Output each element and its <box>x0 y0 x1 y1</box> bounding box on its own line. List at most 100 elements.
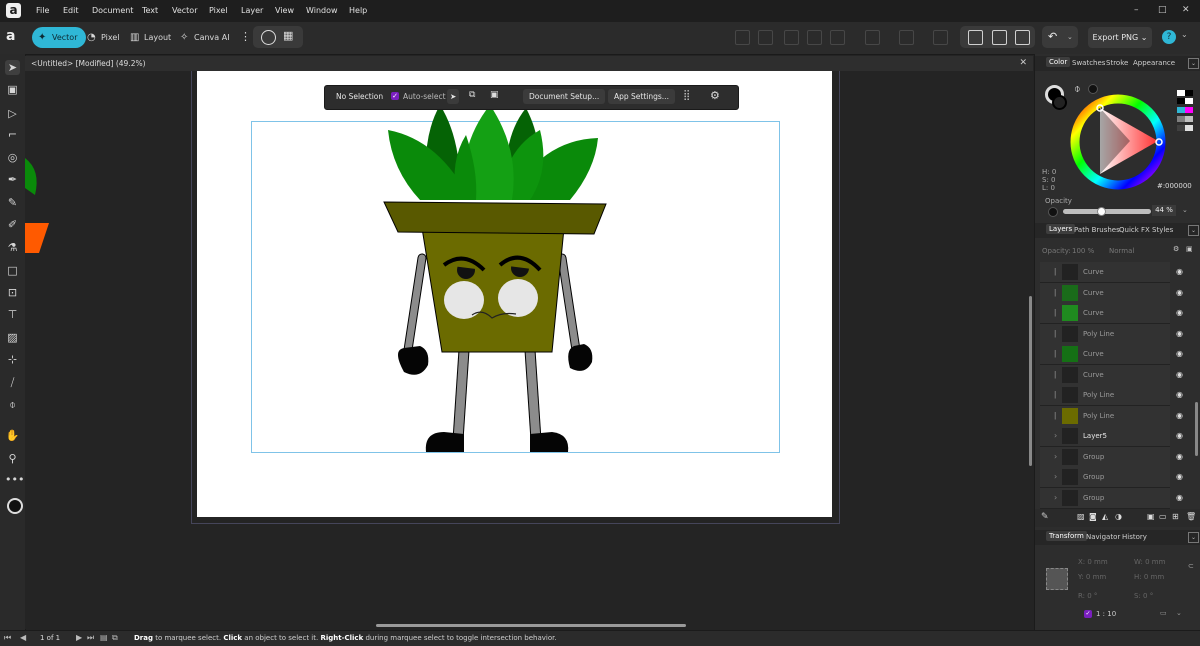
more-tools-icon[interactable]: ••• <box>5 472 24 487</box>
next-page-icon[interactable]: ▶ <box>76 633 82 642</box>
layer-row[interactable]: › Group <box>1040 447 1170 468</box>
rectangle-tool-icon[interactable]: □ <box>5 263 20 278</box>
layer-row[interactable]: ǀ Curve <box>1040 283 1170 304</box>
swatch[interactable] <box>1177 125 1185 131</box>
expand-chevron-icon[interactable]: › <box>1054 452 1057 461</box>
swatch[interactable] <box>1185 90 1193 96</box>
visibility-eye-icon[interactable]: ◉ <box>1176 349 1186 359</box>
add-layer-icon[interactable]: ▣ <box>1147 512 1155 521</box>
distribute-icon[interactable] <box>933 30 948 45</box>
add-group-icon[interactable]: ▭ <box>1159 512 1167 521</box>
panel-collapse-icon[interactable]: ⌄ <box>1188 58 1199 69</box>
pin-icon[interactable] <box>992 30 1007 45</box>
zoom-tool-icon[interactable]: ⚲ <box>5 451 20 466</box>
page-icon[interactable]: ▤ <box>100 633 108 642</box>
swatch[interactable] <box>1177 116 1185 122</box>
edit-layer-icon[interactable]: ✎ <box>1041 512 1049 522</box>
crop-tool-icon[interactable]: ⊹ <box>5 352 20 367</box>
opacity-slider-handle[interactable] <box>1097 207 1106 216</box>
chevron-down-icon[interactable]: ⌄ <box>1067 33 1073 41</box>
visibility-eye-icon[interactable]: ◉ <box>1176 472 1186 482</box>
link-icon[interactable]: ⊂ <box>1188 562 1194 570</box>
color-wheel[interactable] <box>1070 94 1166 190</box>
persona-vector-button[interactable]: ✦ Vector <box>32 27 86 48</box>
expand-chevron-icon[interactable]: › <box>1054 493 1057 502</box>
move-tool-icon[interactable]: ➤ <box>5 60 20 75</box>
add-pixel-layer-icon[interactable]: ⊞ <box>1172 512 1179 521</box>
blend-mode-select[interactable]: Normal <box>1109 247 1134 255</box>
opacity-value[interactable]: 44 % <box>1152 205 1176 216</box>
export-button[interactable]: Export PNG ⌄ <box>1088 27 1152 48</box>
transform-origin-icon[interactable] <box>968 30 983 45</box>
boolean-icon[interactable] <box>830 30 845 45</box>
layer-row[interactable]: › Group <box>1040 488 1170 509</box>
menu-help[interactable]: Help <box>349 6 367 15</box>
canvas-vertical-scrollbar[interactable] <box>1029 296 1032 466</box>
x-field[interactable]: X: 0 mm <box>1078 558 1108 566</box>
select-under-icon[interactable]: ⧉ <box>469 90 475 100</box>
close-window-button[interactable]: ✕ <box>1182 5 1190 15</box>
tab-navigator[interactable]: Navigator <box>1086 533 1120 541</box>
tab-history[interactable]: History <box>1122 533 1147 541</box>
hand-tool-icon[interactable]: ✋ <box>5 428 20 443</box>
grid-icon[interactable]: ▦ <box>283 30 295 42</box>
transparency-tool-icon[interactable]: ⧸ <box>5 375 20 390</box>
prev-page-icon[interactable]: ◀ <box>20 633 26 642</box>
artboard-tool-icon[interactable]: ▣ <box>5 82 20 97</box>
auto-select-checkbox[interactable]: ✓ <box>391 92 399 100</box>
tab-path-brushes[interactable]: Path Brushes <box>1074 226 1120 234</box>
tab-stroke[interactable]: Stroke <box>1106 59 1128 67</box>
layer-row[interactable]: ǀ Curve <box>1040 303 1170 324</box>
menu-window[interactable]: Window <box>306 6 338 15</box>
document-tab[interactable]: <Untitled> [Modified] (49.2%) ✕ <box>25 56 1033 71</box>
flip-icon[interactable] <box>899 30 914 45</box>
close-document-icon[interactable]: ✕ <box>1019 58 1027 68</box>
tab-layers[interactable]: Layers <box>1046 224 1076 234</box>
swatch[interactable] <box>1177 98 1185 104</box>
chevron-down-icon[interactable]: ⌄ <box>1176 609 1182 617</box>
visibility-eye-icon[interactable]: ◉ <box>1176 288 1186 298</box>
swatch[interactable] <box>1185 107 1193 113</box>
menu-file[interactable]: File <box>36 6 49 15</box>
horizontal-scrollbar[interactable] <box>376 624 686 627</box>
layer-row[interactable]: › Layer5 <box>1040 426 1170 447</box>
expand-chevron-icon[interactable]: › <box>1054 431 1057 440</box>
tab-appearance[interactable]: Appearance <box>1133 59 1175 67</box>
delete-layer-icon[interactable]: 🗑 <box>1186 512 1196 521</box>
menu-layer[interactable]: Layer <box>241 6 263 15</box>
h-field[interactable]: H: 0 mm <box>1134 573 1164 581</box>
tab-styles[interactable]: Styles <box>1152 226 1173 234</box>
vector-brush-icon[interactable]: ✐ <box>5 217 20 232</box>
swatch[interactable] <box>1177 90 1185 96</box>
node-tool-icon[interactable]: ▷ <box>5 106 20 121</box>
align-icon[interactable] <box>735 30 750 45</box>
ratio-checkbox[interactable]: ✓ <box>1084 610 1092 618</box>
menu-text[interactable]: Text <box>142 6 158 15</box>
contour-tool-icon[interactable]: ◎ <box>5 150 20 165</box>
menu-pixel[interactable]: Pixel <box>209 6 228 15</box>
layer-row[interactable]: ǀ Curve <box>1040 365 1170 386</box>
color-history-icon[interactable] <box>1088 84 1098 94</box>
layer-row[interactable]: ǀ Poly Line <box>1040 406 1170 427</box>
gear-icon[interactable]: ⚙ <box>710 89 720 102</box>
select-same-icon[interactable]: ▣ <box>490 90 499 100</box>
eyedropper-tool-icon[interactable]: ⌽ <box>5 397 20 412</box>
live-filter-icon[interactable]: ◑ <box>1115 512 1122 521</box>
visibility-eye-icon[interactable]: ◉ <box>1176 308 1186 318</box>
visibility-eye-icon[interactable]: ◉ <box>1176 390 1186 400</box>
swatch[interactable] <box>1185 98 1193 104</box>
mask-icon[interactable]: ◙ <box>1089 512 1097 521</box>
align-icon[interactable] <box>784 30 799 45</box>
app-logo[interactable]: a <box>6 3 21 18</box>
visibility-eye-icon[interactable]: ◉ <box>1176 452 1186 462</box>
grid-icon[interactable]: ⣿ <box>683 90 690 101</box>
image-tool-icon[interactable]: ▨ <box>5 330 20 345</box>
visibility-eye-icon[interactable]: ◉ <box>1176 493 1186 503</box>
more-options-icon[interactable]: ⋮ <box>240 30 251 43</box>
hex-value[interactable]: 000000 <box>1165 182 1192 190</box>
layer-row[interactable]: ǀ Poly Line <box>1040 385 1170 406</box>
frame-text-icon[interactable]: ⊡ <box>5 285 20 300</box>
expand-chevron-icon[interactable]: › <box>1054 472 1057 481</box>
shear-field[interactable]: S: 0 ° <box>1134 592 1153 600</box>
anchor-selector-icon[interactable] <box>1046 568 1068 590</box>
